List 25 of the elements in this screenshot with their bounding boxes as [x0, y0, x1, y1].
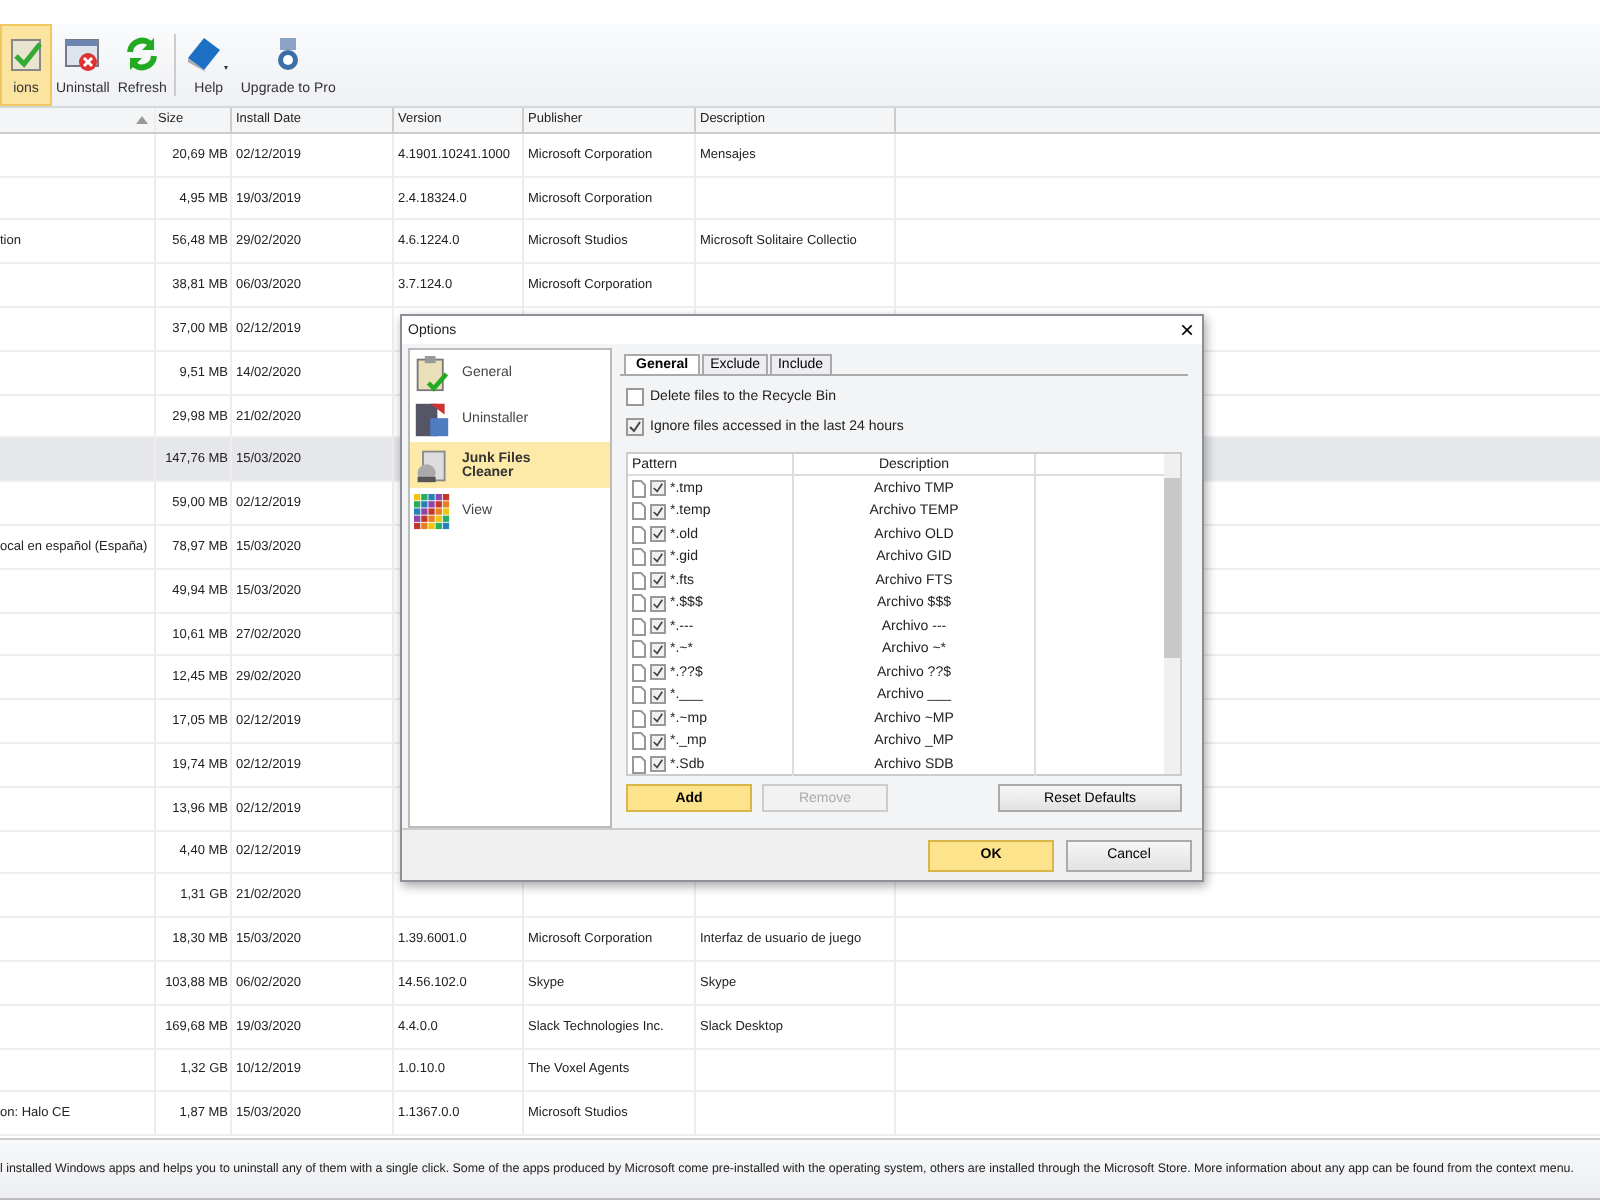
checkbox[interactable]	[650, 480, 666, 497]
checkbox[interactable]	[650, 687, 666, 704]
checkbox[interactable]	[650, 595, 666, 612]
checkbox[interactable]	[650, 664, 666, 681]
checkbox[interactable]	[626, 388, 644, 407]
checkbox[interactable]	[650, 756, 666, 773]
checkbox[interactable]	[626, 418, 644, 437]
checkbox[interactable]	[650, 572, 666, 589]
checkbox[interactable]	[650, 733, 666, 750]
book-icon	[184, 33, 233, 74]
checklist-icon	[6, 33, 46, 74]
checkbox[interactable]	[650, 503, 666, 520]
checkbox[interactable]	[650, 641, 666, 658]
refresh-icon	[122, 33, 163, 74]
checkbox[interactable]	[650, 710, 666, 727]
clipboard-check-icon	[414, 353, 450, 394]
checkbox[interactable]	[650, 549, 666, 566]
cleaner-icon	[414, 445, 450, 486]
checkbox[interactable]	[650, 618, 666, 635]
color-grid-icon	[414, 491, 450, 532]
scrollbar[interactable]	[1164, 454, 1180, 775]
window-remove-icon	[62, 33, 103, 74]
close-button[interactable]: ×	[1171, 318, 1202, 343]
checkbox[interactable]	[650, 526, 666, 543]
computer-icon	[414, 399, 450, 440]
